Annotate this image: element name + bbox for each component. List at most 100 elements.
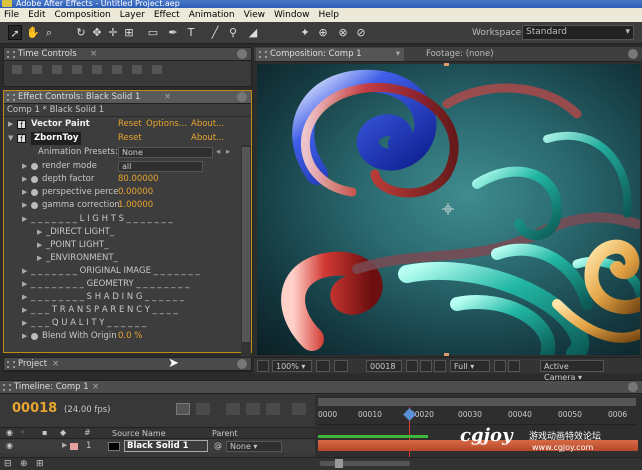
twirl-closed-icon[interactable]: ▶: [22, 304, 27, 317]
time-ruler[interactable]: 0000 00010 00020 00030 00040 00050 0006: [318, 407, 636, 425]
layer-name[interactable]: Black Solid 1: [124, 440, 208, 452]
pen-tool-icon[interactable]: ✒: [166, 25, 180, 40]
panel-menu-icon[interactable]: [237, 92, 247, 102]
previous-preset-icon[interactable]: ◂: [216, 146, 220, 159]
zoom-select[interactable]: 100% ▾: [272, 360, 312, 372]
zoom-slider-thumb[interactable]: [335, 459, 343, 468]
tab-time-controls[interactable]: Time Controls ×: [4, 48, 251, 61]
grip-icon[interactable]: [7, 361, 15, 368]
column-parent[interactable]: Parent: [212, 428, 238, 439]
workspace-select[interactable]: Standard ▾: [522, 25, 634, 40]
next-preset-icon[interactable]: ▸: [226, 146, 230, 159]
work-area-bar[interactable]: [318, 435, 428, 438]
region-of-interest-icon[interactable]: [494, 360, 506, 372]
close-icon[interactable]: ×: [90, 48, 97, 61]
twirl-closed-icon[interactable]: ▶: [22, 160, 27, 173]
parent-select[interactable]: None ▾: [226, 441, 282, 452]
selection-tool-icon[interactable]: ➚: [8, 25, 22, 40]
audio-icon[interactable]: [112, 65, 122, 74]
effect-row-zborntoy[interactable]: ▼ ƒ ZbornToy Reset About...: [4, 132, 245, 145]
grip-icon[interactable]: [259, 51, 267, 58]
panel-menu-icon[interactable]: [628, 49, 638, 59]
stopwatch-icon[interactable]: [31, 202, 38, 209]
view-axis-icon[interactable]: ⊘: [354, 25, 368, 40]
live-update-icon[interactable]: [176, 403, 190, 415]
eraser-tool-icon[interactable]: ◢: [246, 25, 260, 40]
visibility-eye-icon[interactable]: ◉: [6, 441, 13, 450]
close-icon[interactable]: ×: [92, 381, 99, 394]
reset-button[interactable]: Reset: [118, 118, 142, 131]
render-mode-select[interactable]: all: [118, 161, 203, 172]
puppet-tool-icon[interactable]: ✦: [298, 25, 312, 40]
perspective-value[interactable]: 0.00000: [118, 186, 153, 199]
scrollbar[interactable]: [241, 145, 251, 367]
always-preview-icon[interactable]: [257, 360, 269, 372]
animation-presets-select[interactable]: None: [118, 147, 213, 158]
group-lights[interactable]: ▶ _ _ _ _ _ _ _ L I G H T S _ _ _ _ _ _ …: [4, 213, 245, 226]
last-frame-icon[interactable]: [92, 65, 102, 74]
panel-menu-icon[interactable]: [237, 359, 247, 369]
stopwatch-icon[interactable]: [31, 163, 38, 170]
twirl-closed-icon[interactable]: ▶: [22, 213, 27, 226]
twirl-closed-icon[interactable]: ▶: [22, 291, 27, 304]
current-time-display[interactable]: 00018: [366, 360, 402, 372]
previous-frame-icon[interactable]: [32, 65, 42, 74]
options-button[interactable]: Options...: [146, 118, 187, 131]
reset-button[interactable]: Reset: [118, 132, 142, 145]
group-geometry[interactable]: ▶ _ _ _ _ _ _ _ _ GEOMETRY _ _ _ _ _ _ _…: [4, 278, 245, 291]
about-button[interactable]: About...: [191, 132, 224, 145]
show-snapshot-icon[interactable]: [420, 360, 432, 372]
first-frame-icon[interactable]: [12, 65, 22, 74]
draft-3d-icon[interactable]: [196, 403, 210, 415]
label-color-swatch[interactable]: [70, 443, 78, 450]
world-axis-icon[interactable]: ⊗: [336, 25, 350, 40]
tab-project[interactable]: Project ×: [4, 358, 251, 371]
menu-effect[interactable]: Effect: [154, 10, 180, 20]
about-button[interactable]: About...: [191, 118, 224, 131]
twirl-open-icon[interactable]: ▼: [8, 132, 13, 145]
gamma-value[interactable]: 1.00000: [118, 199, 153, 212]
rotate-tool-icon[interactable]: ↻: [74, 25, 88, 40]
twirl-closed-icon[interactable]: ▶: [22, 265, 27, 278]
twirl-closed-icon[interactable]: ▶: [8, 118, 13, 131]
axis-mode-icon[interactable]: ⊕: [316, 25, 330, 40]
zoom-tool-icon[interactable]: ⌕: [42, 25, 56, 40]
chevron-down-icon[interactable]: ▾: [396, 48, 400, 61]
stopwatch-icon[interactable]: [31, 176, 38, 183]
switches-icon[interactable]: ⊟: [4, 459, 12, 469]
grip-icon[interactable]: [7, 51, 15, 58]
table-row[interactable]: ◉ ▶ 1 Black Solid 1 @ None ▾: [0, 440, 315, 453]
menu-composition[interactable]: Composition: [55, 10, 111, 20]
stopwatch-icon[interactable]: [31, 189, 38, 196]
group-quality[interactable]: ▶ _ _ _ Q U A L I T Y _ _ _ _ _ _: [4, 317, 245, 330]
group-original-image[interactable]: ▶ _ _ _ _ _ _ _ ORIGINAL IMAGE _ _ _ _ _…: [4, 265, 245, 278]
stopwatch-icon[interactable]: [31, 333, 38, 340]
snapshot-icon[interactable]: [406, 360, 418, 372]
zoom-slider[interactable]: [320, 461, 410, 466]
frame-blend-icon[interactable]: [246, 403, 260, 415]
panel-menu-icon[interactable]: [628, 382, 638, 392]
menu-animation[interactable]: Animation: [189, 10, 235, 20]
modes-icon[interactable]: ⊕: [20, 459, 28, 469]
group-transparency[interactable]: ▶ _ _ _ T R A N S P A R E N C Y _ _ _ _: [4, 304, 245, 317]
clone-stamp-tool-icon[interactable]: ⚲: [226, 25, 240, 40]
effect-row-vector-paint[interactable]: ▶ ƒ Vector Paint Reset Options... About.…: [4, 118, 245, 131]
twirl-closed-icon[interactable]: ▶: [22, 317, 27, 330]
hide-shy-icon[interactable]: [226, 403, 240, 415]
grip-icon[interactable]: [7, 94, 15, 101]
close-icon[interactable]: ×: [52, 358, 59, 371]
group-environment[interactable]: ▶ _ENVIRONMENT_: [4, 252, 245, 265]
group-direct-light[interactable]: ▶ _DIRECT LIGHT_: [4, 226, 245, 239]
pan-behind-tool-icon[interactable]: ⊞: [122, 25, 136, 40]
expand-icon[interactable]: ⊞: [36, 459, 44, 469]
camera-select[interactable]: Active Camera ▾: [540, 360, 604, 382]
twirl-closed-icon[interactable]: ▶: [62, 441, 67, 449]
mask-view-icon[interactable]: [334, 360, 348, 372]
twirl-closed-icon[interactable]: ▶: [22, 278, 27, 291]
next-frame-icon[interactable]: [72, 65, 82, 74]
ram-preview-icon[interactable]: [152, 65, 162, 74]
transparency-grid-icon[interactable]: [508, 360, 520, 372]
current-time[interactable]: 00018: [12, 401, 57, 416]
tab-effect-controls[interactable]: Effect Controls: Black Solid 1 ×: [4, 91, 251, 104]
menu-view[interactable]: View: [244, 10, 265, 20]
